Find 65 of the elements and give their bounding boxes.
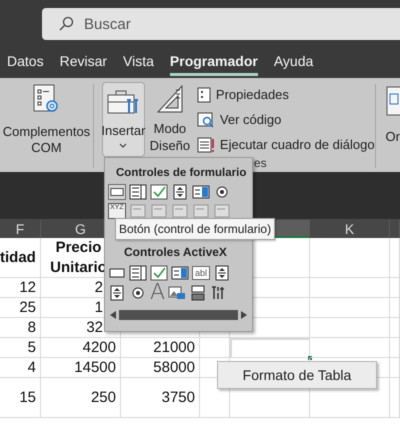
- horizontal-scrollbar[interactable]: [108, 308, 249, 322]
- column-header: F: [0, 220, 41, 238]
- cell: 8: [0, 318, 41, 338]
- properties-icon: [196, 86, 211, 102]
- section-heading: Controles de formulario: [116, 166, 246, 180]
- add-ins-icon: [32, 84, 60, 114]
- checkbox-icon[interactable]: [150, 184, 168, 200]
- cell: [390, 358, 400, 378]
- scroll-left-icon: [110, 311, 116, 319]
- cell: [200, 338, 230, 358]
- search-field[interactable]: Buscar: [42, 8, 400, 40]
- cell: [390, 278, 400, 298]
- toggle-button-icon[interactable]: [189, 285, 208, 301]
- combo-box-icon[interactable]: [171, 265, 189, 281]
- caret-icon: [119, 143, 128, 149]
- cell: [390, 318, 400, 338]
- image-icon[interactable]: [168, 285, 186, 301]
- ribbon-tab[interactable]: Vista: [123, 50, 154, 76]
- ribbon-tab[interactable]: Revisar: [60, 50, 108, 76]
- run-dialog-icon: [196, 136, 215, 152]
- text-box-icon[interactable]: abl: [192, 266, 210, 280]
- cell: 21000: [121, 338, 200, 358]
- cell: 15: [0, 378, 41, 418]
- cell: 14500: [41, 358, 121, 378]
- control-icon: [386, 86, 400, 116]
- ribbon-tab[interactable]: Ayuda: [274, 50, 314, 76]
- cell: [390, 238, 400, 278]
- combo-box-icon[interactable]: [192, 184, 210, 200]
- label-icon[interactable]: A: [150, 284, 166, 302]
- button-control-icon[interactable]: [108, 184, 126, 200]
- format-table-button[interactable]: Formato de Tabla: [217, 361, 377, 389]
- spin-button-icon[interactable]: [171, 184, 189, 200]
- tooltip: Botón (control de formulario): [115, 218, 276, 240]
- cell: tidad: [0, 238, 41, 278]
- cell: 3750: [121, 378, 200, 418]
- cell: 12: [0, 278, 41, 298]
- cell: 4: [0, 358, 41, 378]
- ribbon-command[interactable]: Ver código: [196, 107, 375, 132]
- cell: 5: [0, 338, 41, 358]
- view-code-icon: [196, 112, 215, 128]
- spin-button-icon[interactable]: [108, 285, 126, 301]
- cell: 250: [41, 378, 121, 418]
- cell: 4200: [41, 338, 121, 358]
- cell: [390, 298, 400, 318]
- checkbox-icon[interactable]: [150, 265, 168, 281]
- list-box-icon[interactable]: [129, 265, 147, 281]
- cell: 25: [0, 298, 41, 318]
- column-header: K: [310, 220, 390, 238]
- section-heading: Controles ActiveX: [124, 245, 227, 259]
- design-mode-button[interactable]: Modo Diseño: [148, 84, 191, 154]
- toolbox-icon: [106, 89, 140, 115]
- ribbon-command[interactable]: Ejecutar cuadro de diálogo: [196, 132, 375, 157]
- group-label: es: [254, 157, 268, 169]
- spin-button-icon[interactable]: [213, 265, 231, 281]
- cell: [390, 378, 400, 418]
- ribbon-command[interactable]: Propiedades: [196, 82, 375, 107]
- search-icon: [58, 16, 74, 32]
- add-ins-button[interactable]: Complementos COM: [0, 78, 93, 168]
- cell: [390, 338, 400, 358]
- list-box-icon[interactable]: [129, 184, 147, 200]
- insert-button[interactable]: Insertar: [102, 82, 145, 157]
- ribbon-command[interactable]: Or: [386, 127, 400, 146]
- scroll-right-icon: [241, 311, 247, 319]
- ribbon-tab[interactable]: Datos: [7, 50, 44, 76]
- cell: 58000: [121, 358, 200, 378]
